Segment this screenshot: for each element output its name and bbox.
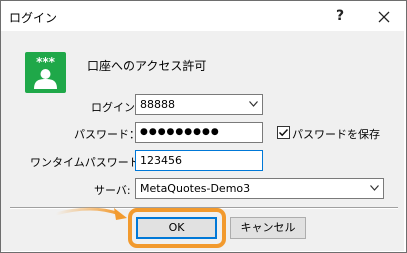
otp-field[interactable]: 123456: [135, 150, 263, 171]
password-field[interactable]: ●●●●●●●●●: [135, 122, 263, 143]
login-combobox[interactable]: 88888: [135, 94, 263, 115]
otp-label: ワンタイムパスワード:: [30, 156, 144, 169]
server-label: サーバ:: [94, 184, 131, 197]
cancel-button[interactable]: キャンセル: [230, 217, 306, 239]
account-access-heading: 口座へのアクセス許可: [87, 59, 207, 73]
login-label: ログイン:: [91, 101, 139, 114]
chevron-down-icon[interactable]: [249, 101, 258, 107]
title-bar: ログイン ?: [1, 1, 406, 32]
password-value: ●●●●●●●●●: [140, 127, 220, 137]
help-icon[interactable]: ?: [331, 6, 349, 26]
checkmark-icon: [278, 128, 289, 137]
password-label: パスワード：: [74, 128, 140, 141]
ok-highlight-ring: [128, 208, 226, 248]
window-title: ログイン: [9, 11, 58, 25]
otp-value: 123456: [140, 154, 182, 167]
server-combobox[interactable]: MetaQuotes-Demo3: [135, 178, 384, 199]
server-value: MetaQuotes-Demo3: [140, 182, 251, 195]
chevron-down-icon[interactable]: [370, 185, 379, 191]
save-password-label[interactable]: パスワードを保存: [292, 126, 380, 142]
save-password-checkbox[interactable]: [277, 126, 290, 139]
account-icon: ***: [25, 52, 66, 93]
svg-text:***: ***: [36, 55, 56, 69]
login-value: 88888: [140, 98, 175, 111]
close-icon[interactable]: [370, 6, 398, 28]
